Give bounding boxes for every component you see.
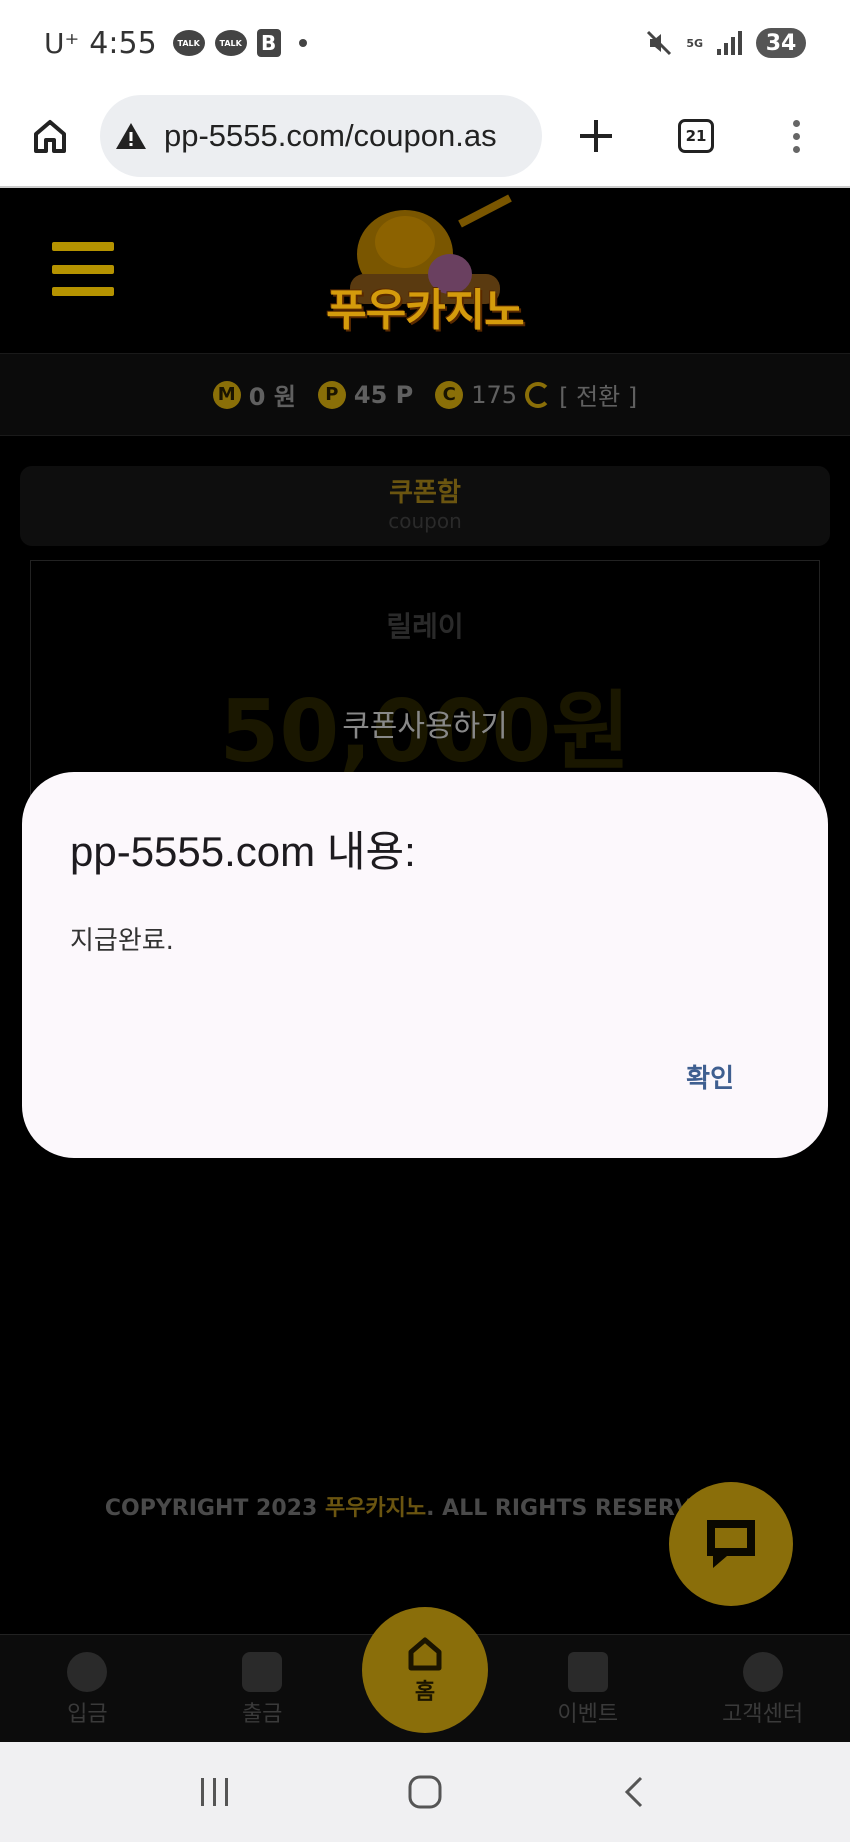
warning-icon: [116, 123, 146, 149]
chat-button[interactable]: [669, 1482, 793, 1606]
nav-withdraw[interactable]: 출금: [187, 1651, 337, 1728]
comp-balance: 175: [471, 380, 518, 409]
coupon-tab-subtitle: coupon: [388, 509, 462, 533]
nav-home[interactable]: 홈: [361, 1606, 488, 1733]
kakaotalk-icon: TALK: [214, 30, 247, 56]
gift-icon: [567, 1651, 608, 1692]
nav-home-label: 홈: [414, 1679, 436, 1705]
home-button[interactable]: [0, 86, 100, 186]
copyright-brand: 푸우카지노: [324, 1496, 427, 1521]
recents-button[interactable]: [197, 1776, 233, 1808]
use-coupon-button[interactable]: 쿠폰사용하기: [31, 701, 819, 745]
point-balance: 45 P: [353, 380, 414, 409]
deposit-icon: [67, 1651, 108, 1692]
site-header: 푸우카지노: [0, 188, 850, 354]
kakaotalk-icon: TALK: [172, 30, 205, 56]
alert-dialog: pp-5555.com 내용: 지급완료. 확인: [22, 772, 828, 1158]
menu-icon[interactable]: [52, 242, 114, 296]
money-balance: 0 원: [248, 383, 296, 411]
network-5g-icon: 5G: [686, 36, 703, 50]
home-nav-button[interactable]: [407, 1774, 443, 1810]
bottom-nav: 입금 출금 홈 이벤트 고객센터: [0, 1606, 850, 1744]
carrier-label: U⁺: [44, 26, 80, 60]
status-bar: U⁺ 4:55 TALK TALK B 5G 34: [0, 0, 850, 86]
system-nav-bar: [0, 1742, 850, 1842]
dialog-title: pp-5555.com 내용:: [70, 828, 416, 875]
dialog-message: 지급완료.: [70, 926, 174, 956]
site-logo[interactable]: 푸우카지노: [310, 194, 540, 344]
browser-toolbar: pp-5555.com/coupon.as 21: [0, 86, 850, 188]
copyright-prefix: COPYRIGHT 2023: [104, 1496, 325, 1521]
browser-menu-button[interactable]: [746, 119, 846, 153]
logo-text: 푸우카지노: [326, 285, 524, 336]
mute-icon: [647, 30, 672, 56]
point-coin-icon: P: [317, 380, 346, 409]
clock: 4:55: [89, 25, 157, 61]
signal-icon: [717, 31, 742, 55]
coupon-name: 릴레이: [386, 610, 464, 643]
tab-count: 21: [678, 119, 714, 153]
convert-button[interactable]: [ 전환 ]: [559, 377, 637, 412]
headset-icon: [742, 1651, 783, 1692]
address-bar[interactable]: pp-5555.com/coupon.as: [100, 95, 542, 177]
url-text: pp-5555.com/coupon.as: [164, 118, 497, 153]
nav-event[interactable]: 이벤트: [513, 1651, 663, 1728]
tab-switcher-button[interactable]: 21: [646, 119, 746, 153]
nav-deposit-label: 입금: [67, 1701, 108, 1727]
home-icon: [34, 120, 66, 153]
coupon-tab-title: 쿠폰함: [389, 478, 461, 508]
money-coin-icon: M: [212, 380, 241, 409]
nav-withdraw-label: 출금: [241, 1701, 283, 1727]
battery-icon: 34: [756, 28, 806, 58]
withdraw-icon: [242, 1651, 283, 1692]
nav-support-label: 고객센터: [722, 1701, 804, 1727]
new-tab-button[interactable]: [546, 118, 646, 154]
chat-icon: [707, 1520, 755, 1568]
nav-event-label: 이벤트: [557, 1701, 619, 1727]
nav-support[interactable]: 고객센터: [688, 1651, 838, 1728]
nav-deposit[interactable]: 입금: [12, 1651, 162, 1728]
balance-bar: M 0 원 P 45 P C 175 [ 전환 ]: [0, 354, 850, 436]
ok-button[interactable]: 확인: [686, 1058, 734, 1095]
plus-icon: [580, 120, 612, 152]
app-notification-icon: B: [256, 29, 281, 57]
more-notifications-icon: [298, 39, 307, 47]
coupon-tab[interactable]: 쿠폰함 coupon: [20, 466, 830, 546]
comp-coin-icon: C: [435, 380, 464, 409]
back-button[interactable]: [617, 1774, 653, 1810]
refresh-icon[interactable]: [525, 381, 552, 408]
home-icon: [408, 1637, 442, 1670]
